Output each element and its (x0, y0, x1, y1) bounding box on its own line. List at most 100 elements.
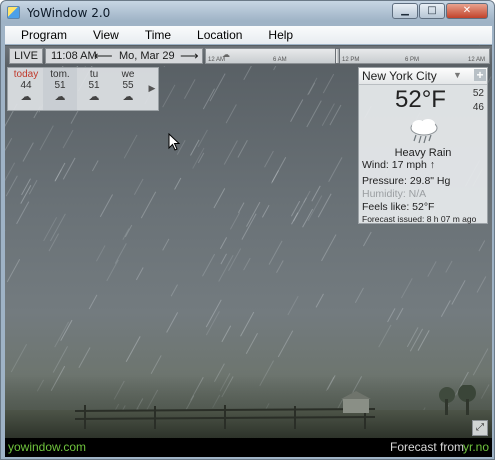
forecast-day-we[interactable]: we 55 ☁ (111, 68, 145, 110)
rain-streak (54, 169, 62, 182)
rain-streak (264, 150, 274, 168)
rain-streak (62, 157, 76, 180)
rain-streak (396, 307, 404, 321)
temperature-low: 46 (472, 102, 484, 113)
time-slider-handle[interactable] (335, 48, 340, 64)
rain-streak (427, 261, 437, 277)
forecast-day-tu[interactable]: tu 51 ☁ (77, 68, 111, 110)
rain-streak (276, 260, 284, 273)
city-selector[interactable]: New York City ▼ + (359, 68, 487, 85)
menu-view[interactable]: View (83, 28, 127, 42)
menu-time[interactable]: Time (135, 28, 179, 42)
rain-streak (243, 257, 251, 271)
weather-scene: LIVE 11:08 AM ⟵ Mo, Mar 29 ⟶ ☁ 12 AM 6 A… (5, 45, 492, 457)
menu-help[interactable]: Help (258, 28, 301, 42)
day-temp: 55 (122, 80, 134, 91)
rain-streak (125, 336, 141, 363)
fence-illustration (75, 405, 375, 429)
time-display: 11:08 AM ⟵ Mo, Mar 29 ⟶ (45, 48, 203, 64)
rain-streak (472, 348, 489, 376)
yowindow-app-icon[interactable] (7, 6, 20, 19)
title-bar[interactable]: YoWindow 2.0 ▁ □ ✕ (1, 1, 494, 25)
rain-streak (293, 197, 307, 222)
forecast-more-arrow-icon[interactable]: ▶ (146, 78, 158, 100)
rain-streak (378, 324, 392, 348)
forecast-day-tomorrow[interactable]: tom. 51 ☁ (43, 68, 77, 110)
rain-streak (124, 224, 133, 238)
city-weather-panel: New York City ▼ + 52°F 52 46 Heavy Rain … (358, 67, 488, 224)
chevron-down-icon[interactable]: ▼ (453, 70, 462, 80)
rain-streak (140, 191, 157, 219)
day-name: today (13, 69, 39, 80)
minimize-button[interactable]: ▁ (392, 3, 418, 19)
rain-streak (183, 79, 196, 99)
rain-streak (133, 178, 144, 196)
maximize-button[interactable]: □ (419, 3, 445, 19)
rain-streak (321, 103, 335, 126)
rain-streak (476, 276, 487, 293)
rain-streak (5, 162, 16, 182)
yowindow-link[interactable]: yowindow.com (8, 440, 86, 454)
forecast-source-link[interactable]: yr.no (463, 440, 489, 454)
rain-streak (387, 308, 396, 323)
rain-streak (223, 140, 238, 165)
rain-streak (205, 299, 222, 328)
rain-streak (6, 258, 21, 283)
add-city-button[interactable]: + (474, 69, 486, 81)
timeline-bar: LIVE 11:08 AM ⟵ Mo, Mar 29 ⟶ ☁ 12 AM 6 A… (5, 46, 492, 66)
rain-streak (22, 142, 34, 162)
next-day-arrow-icon[interactable]: ⟶ (180, 48, 199, 64)
rain-streak (220, 253, 227, 265)
rain-streak (28, 179, 38, 195)
window-controls: ▁ □ ✕ (392, 3, 488, 19)
current-temperature: 52°F (395, 86, 446, 113)
rain-streak (190, 139, 200, 156)
prev-day-arrow-icon[interactable]: ⟵ (94, 48, 113, 64)
tick-12am-next: 12 AM (468, 57, 486, 63)
distant-house-illustration (341, 385, 476, 415)
rain-streak (48, 233, 59, 252)
rain-streak (311, 185, 321, 202)
rain-streak (52, 346, 68, 373)
rain-streak (88, 294, 98, 310)
rain-streak (114, 243, 127, 264)
rain-streak (241, 213, 257, 240)
rain-streak (78, 347, 91, 369)
day-temp: 44 (20, 80, 32, 91)
time-slider-track[interactable]: ☁ 12 AM 6 AM 12 PM 6 PM 12 AM (205, 48, 490, 64)
humidity-info: Humidity: N/A (362, 188, 427, 200)
rain-streak (49, 213, 66, 242)
rain-streak (240, 311, 255, 337)
rain-streak (197, 152, 205, 164)
rain-streak (213, 188, 226, 209)
rain-streak (317, 193, 332, 218)
rain-cloud-icon: ☁ (20, 91, 32, 103)
fullscreen-icon[interactable]: ⤢ (472, 420, 488, 436)
day-name: we (121, 69, 135, 80)
window-title: YoWindow 2.0 (27, 6, 111, 20)
rain-streak (54, 162, 66, 182)
menu-program[interactable]: Program (11, 28, 75, 42)
rain-streak (237, 202, 245, 213)
menu-location[interactable]: Location (187, 28, 250, 42)
tick-12pm: 12 PM (342, 57, 360, 63)
rain-streak (229, 212, 241, 230)
rain-streak (228, 248, 242, 271)
close-button[interactable]: ✕ (446, 3, 488, 19)
rain-streak (5, 175, 18, 197)
rain-streak (306, 100, 322, 128)
rain-streak (445, 260, 453, 273)
rain-streak (290, 99, 304, 122)
rain-streak (166, 312, 179, 333)
rain-streak (221, 325, 232, 343)
forecast-day-today[interactable]: today 44 ☁ (9, 68, 43, 110)
rain-streak (243, 64, 253, 81)
pressure-info: Pressure: 29.8" Hg (362, 175, 451, 187)
live-button[interactable]: LIVE (9, 48, 43, 64)
weather-condition: Heavy Rain (394, 147, 452, 159)
rain-streak (440, 300, 451, 318)
rain-streak (43, 217, 58, 242)
rain-streak (271, 170, 279, 184)
rain-streak (225, 104, 237, 124)
rain-streak (106, 259, 119, 282)
